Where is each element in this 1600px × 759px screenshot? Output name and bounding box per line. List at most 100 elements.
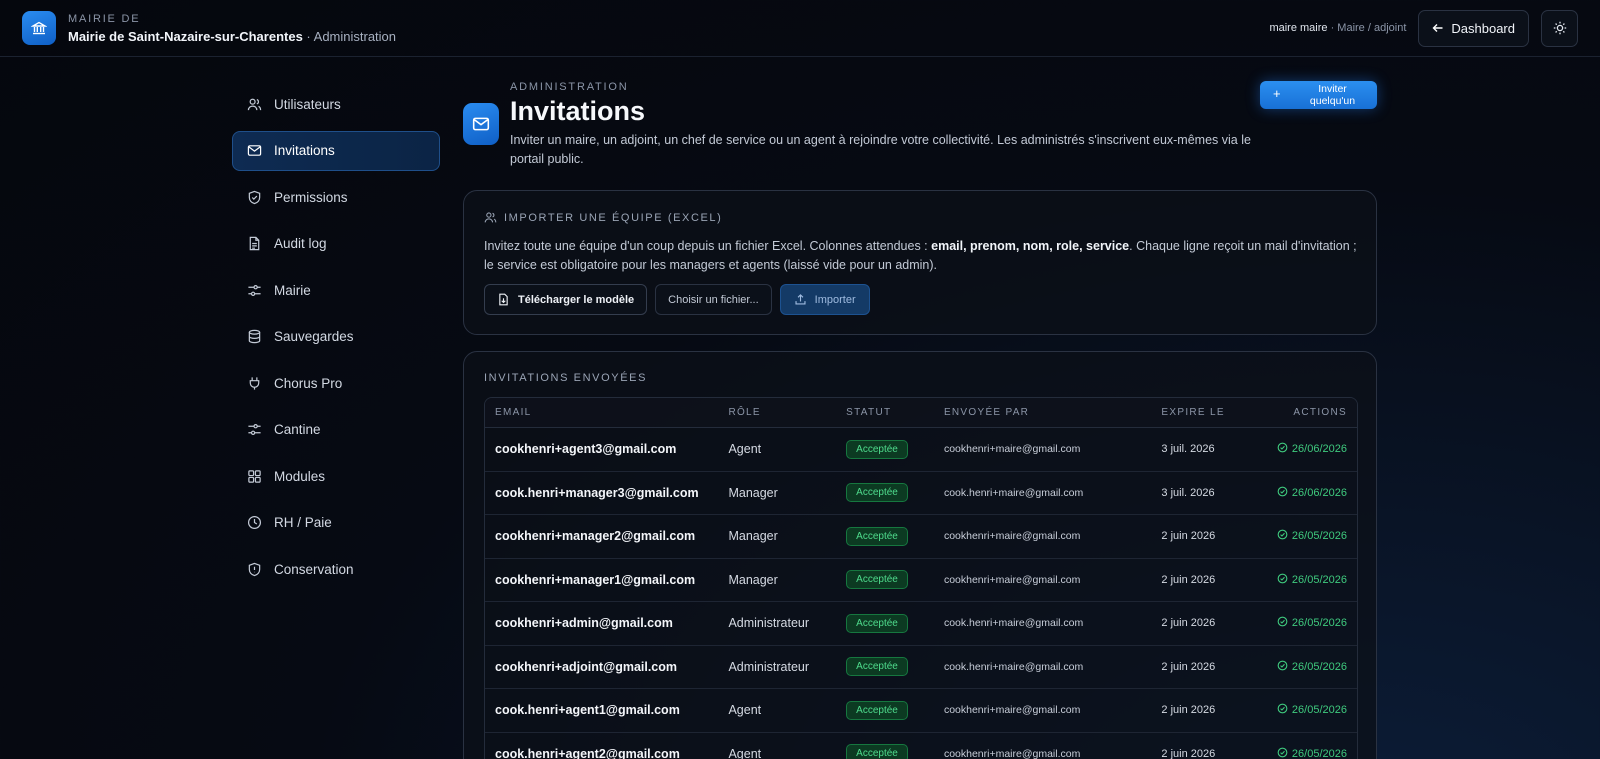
town-hall-icon[interactable] bbox=[22, 11, 56, 45]
invitation-expires: 2 juin 2026 bbox=[1161, 704, 1216, 717]
sidebar-item-label: Audit log bbox=[274, 236, 327, 251]
invitations-table: EMAIL RÔLE STATUT ENVOYÉE PAR EXPIRE LE … bbox=[484, 397, 1358, 759]
sidebar-item-label: Utilisateurs bbox=[274, 96, 341, 112]
import-description: Invitez toute une équipe d'un coup depui… bbox=[484, 239, 1357, 272]
invitation-expires: 3 juil. 2026 bbox=[1161, 443, 1215, 456]
sidebar-item-modules[interactable]: Modules bbox=[232, 456, 440, 496]
arrow-left-icon bbox=[1432, 24, 1443, 32]
invitation-role: Agent bbox=[728, 703, 762, 718]
page-kicker: ADMINISTRATION bbox=[510, 81, 629, 93]
table-row: cook.henri+agent2@gmail.com Agent Acceptée… bbox=[485, 733, 1357, 759]
user-role: · Maire / adjoint bbox=[1330, 22, 1407, 34]
table-row: cookhenri+admin@gmail.com Administrateur A… bbox=[485, 602, 1357, 646]
grid-icon bbox=[246, 468, 262, 484]
brand-kicker: MAIRIE DE bbox=[68, 12, 141, 25]
column-expires[interactable]: EXPIRE LE bbox=[1161, 407, 1249, 418]
invitation-role: Agent bbox=[728, 746, 762, 759]
invitation-role: Manager bbox=[728, 485, 778, 500]
invitation-email: cookhenri+manager2@gmail.com bbox=[495, 529, 696, 544]
column-email[interactable]: EMAIL bbox=[485, 407, 728, 418]
column-status[interactable]: STATUT bbox=[846, 407, 944, 418]
check-circle-icon bbox=[1277, 442, 1288, 456]
accepted-date: 26/05/2026 bbox=[1249, 747, 1357, 759]
sidebar-item-conservation[interactable]: Conservation bbox=[232, 549, 440, 589]
invitation-role: Agent bbox=[728, 442, 762, 457]
invitation-role: Administrateur bbox=[728, 659, 810, 674]
dashboard-button[interactable]: Dashboard bbox=[1418, 9, 1529, 47]
invitation-expires: 2 juin 2026 bbox=[1161, 617, 1216, 630]
sidebar-item-cantine[interactable]: Cantine bbox=[232, 410, 440, 450]
list-title: INVITATIONS ENVOYÉES bbox=[484, 372, 648, 384]
sidebar-item-label: Permissions bbox=[274, 189, 348, 205]
check-circle-icon bbox=[1277, 573, 1288, 587]
column-actions: ACTIONS bbox=[1293, 407, 1347, 418]
status-badge: Acceptée bbox=[846, 570, 908, 590]
column-sent-by[interactable]: ENVOYÉE PAR bbox=[944, 407, 1161, 418]
user-name: maire maire bbox=[1269, 22, 1328, 34]
table-row: cook.henri+manager3@gmail.com Manager Acce… bbox=[485, 472, 1357, 515]
status-badge: Acceptée bbox=[846, 483, 908, 503]
invitation-sent-by: cookhenri+maire@gmail.com bbox=[943, 573, 1081, 586]
check-circle-icon bbox=[1277, 529, 1288, 543]
choose-file-button[interactable]: Choisir un fichier... bbox=[655, 284, 772, 315]
invitation-sent-by: cook.henri+maire@gmail.com bbox=[943, 617, 1084, 630]
page-title: Invitations bbox=[510, 96, 646, 126]
status-badge: Acceptée bbox=[846, 700, 908, 720]
status-badge: Acceptée bbox=[846, 613, 908, 633]
check-circle-icon bbox=[1277, 660, 1288, 674]
sidebar-item-utilisateurs[interactable]: Utilisateurs bbox=[232, 84, 440, 124]
sidebar-item-label: Mairie bbox=[274, 282, 311, 298]
invitation-email: cookhenri+admin@gmail.com bbox=[495, 616, 673, 631]
theme-toggle-button[interactable] bbox=[1541, 9, 1578, 47]
accepted-date: 26/05/2026 bbox=[1249, 660, 1357, 674]
sun-icon bbox=[1553, 21, 1566, 35]
sidebar-item-label: Sauvegardes bbox=[274, 329, 354, 344]
invitation-role: Administrateur bbox=[728, 616, 810, 631]
clock-icon bbox=[246, 515, 262, 531]
sidebar-item-mairie[interactable]: Mairie bbox=[232, 270, 440, 310]
sidebar-item-chorus-pro[interactable]: Chorus Pro bbox=[232, 363, 440, 403]
column-role[interactable]: RÔLE bbox=[728, 407, 846, 418]
import-button[interactable]: Importer bbox=[779, 284, 870, 315]
sidebar-item-permissions[interactable]: Permissions bbox=[232, 177, 440, 217]
download-file-icon bbox=[499, 293, 508, 306]
sliders-icon bbox=[246, 282, 262, 298]
plug-icon bbox=[246, 375, 262, 391]
upload-icon bbox=[795, 294, 806, 305]
invitation-sent-by: cookhenri+maire@gmail.com bbox=[943, 704, 1081, 717]
shield-icon bbox=[246, 189, 262, 205]
invitation-role: Manager bbox=[728, 572, 778, 587]
invitation-sent-by: cook.henri+maire@gmail.com bbox=[943, 660, 1084, 673]
invitation-email: cookhenri+adjoint@gmail.com bbox=[495, 659, 678, 674]
sidebar-item-rh-paie[interactable]: RH / Paie bbox=[232, 503, 440, 543]
invitation-expires: 2 juin 2026 bbox=[1161, 530, 1216, 543]
status-badge: Acceptée bbox=[846, 526, 908, 546]
page-description: Inviter un maire, un adjoint, un chef de… bbox=[510, 133, 1251, 166]
table-row: cookhenri+adjoint@gmail.com Administrateu… bbox=[485, 646, 1357, 689]
user-info: maire maire · Maire / adjoint bbox=[1269, 22, 1406, 34]
invitation-email: cook.henri+agent2@gmail.com bbox=[495, 746, 680, 759]
invitation-sent-by: cookhenri+maire@gmail.com bbox=[943, 747, 1081, 759]
invitation-sent-by: cookhenri+maire@gmail.com bbox=[943, 530, 1081, 543]
accepted-date: 26/05/2026 bbox=[1249, 703, 1357, 717]
accepted-date: 26/06/2026 bbox=[1249, 486, 1357, 500]
download-template-button[interactable]: Télécharger le modèle bbox=[484, 284, 648, 315]
sidebar-item-audit-log[interactable]: Audit log bbox=[232, 224, 440, 264]
invite-button[interactable]: + Inviter quelqu'un bbox=[1260, 81, 1377, 109]
admin-sidebar: Utilisateurs Invitations Permissions Aud… bbox=[232, 84, 440, 596]
check-circle-icon bbox=[1277, 486, 1288, 500]
accepted-date: 26/05/2026 bbox=[1249, 529, 1357, 543]
sidebar-item-sauvegardes[interactable]: Sauvegardes bbox=[232, 317, 440, 357]
plus-icon: + bbox=[1273, 86, 1281, 101]
brand: MAIRIE DE Mairie de Saint-Nazaire-sur-Ch… bbox=[68, 13, 396, 44]
database-icon bbox=[246, 329, 262, 345]
sidebar-item-label: Invitations bbox=[274, 143, 335, 158]
invitation-expires: 2 juin 2026 bbox=[1161, 747, 1216, 759]
sidebar-item-label: Chorus Pro bbox=[274, 375, 343, 391]
import-team-card: IMPORTER UNE ÉQUIPE (EXCEL) Invitez tout… bbox=[463, 190, 1377, 335]
invitation-sent-by: cookhenri+maire@gmail.com bbox=[943, 443, 1081, 456]
check-circle-icon bbox=[1277, 747, 1288, 759]
sidebar-item-invitations[interactable]: Invitations bbox=[232, 130, 440, 171]
invitation-email: cook.henri+manager3@gmail.com bbox=[495, 485, 699, 500]
invitation-expires: 3 juil. 2026 bbox=[1161, 486, 1215, 499]
